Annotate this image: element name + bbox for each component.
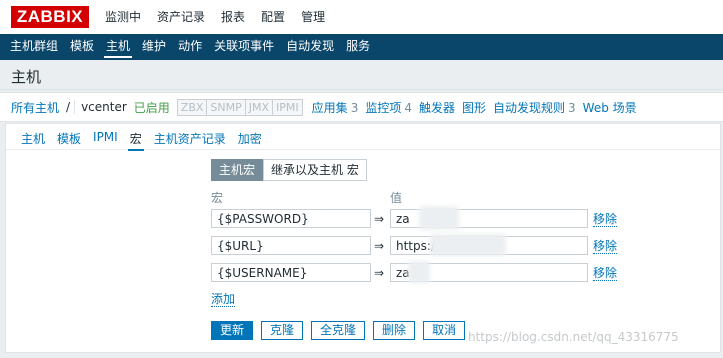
macro-name-input[interactable]: {$URL}	[211, 236, 371, 255]
top-nav-inventory[interactable]: 资产记录	[149, 0, 213, 34]
link-applications-count: 3	[350, 100, 359, 115]
redaction-blur	[430, 234, 506, 256]
inherited-macros-option[interactable]: 继承以及主机 宏	[263, 159, 367, 181]
jmx-badge: JMX	[244, 98, 274, 116]
tab-host[interactable]: 主机	[15, 124, 51, 150]
sub-nav-maintenance[interactable]: 维护	[136, 34, 172, 60]
link-web-scenarios[interactable]: Web 场景	[583, 99, 637, 116]
tab-ipmi[interactable]: IPMI	[87, 124, 124, 150]
macro-column-header: 宏	[211, 191, 224, 205]
redaction-blur	[419, 206, 459, 230]
tab-macros[interactable]: 宏	[124, 124, 148, 151]
remove-link[interactable]: 移除	[593, 266, 618, 281]
availability-badges: ZBX SNMP JMX IPMI	[176, 98, 303, 116]
remove-link[interactable]: 移除	[593, 239, 618, 254]
update-button[interactable]: 更新	[211, 321, 254, 340]
cancel-button[interactable]: 取消	[423, 321, 466, 340]
macro-view-toggle: 主机宏 继承以及主机 宏	[211, 159, 367, 181]
zabbix-logo[interactable]: ZABBIX	[11, 6, 89, 28]
host-form-panel: 主机 模板 IPMI 宏 主机资产记录 加密 主机宏 继承以及主机 宏 宏 值 …	[5, 123, 721, 353]
sub-nav-discovery[interactable]: 自动发现	[280, 34, 340, 60]
link-triggers[interactable]: 触发器	[419, 99, 455, 116]
redaction-blur	[408, 261, 430, 283]
link-items-label: 监控项	[365, 100, 402, 115]
page-header: 主机	[0, 60, 723, 90]
form-tabs: 主机 模板 IPMI 宏 主机资产记录 加密	[6, 124, 720, 151]
macro-name-input[interactable]: {$USERNAME}	[211, 263, 371, 282]
delete-button[interactable]: 删除	[373, 321, 416, 340]
remove-link[interactable]: 移除	[593, 212, 618, 227]
sub-nav: 主机群组 模板 主机 维护 动作 关联项事件 自动发现 服务	[0, 34, 723, 60]
link-discovery-rules-label: 自动发现规则	[493, 100, 566, 115]
ipmi-badge: IPMI	[272, 98, 303, 116]
sub-nav-templates[interactable]: 模板	[64, 34, 100, 60]
top-nav-configuration[interactable]: 配置	[253, 0, 293, 34]
link-graphs[interactable]: 图形	[462, 99, 486, 116]
breadcrumb-all-hosts[interactable]: 所有主机	[11, 99, 59, 116]
arrow-icon: ⇒	[374, 239, 385, 253]
watermark: https://blog.csdn.net/qq_43316775	[468, 330, 679, 344]
top-nav-reports[interactable]: 报表	[213, 0, 253, 34]
link-items[interactable]: 监控项 4	[365, 99, 412, 116]
zbx-badge: ZBX	[176, 98, 208, 116]
link-applications[interactable]: 应用集 3	[312, 99, 359, 116]
sub-nav-correlation[interactable]: 关联项事件	[208, 34, 280, 60]
top-nav: 监测中 资产记录 报表 配置 管理	[97, 0, 333, 34]
top-nav-administration[interactable]: 管理	[293, 0, 333, 34]
link-applications-label: 应用集	[311, 100, 348, 115]
full-clone-button[interactable]: 全克隆	[311, 321, 366, 340]
form-buttons: 更新 克隆 全克隆 删除 取消	[211, 321, 473, 340]
macro-name-input[interactable]: {$PASSWORD}	[211, 209, 371, 228]
tab-inventory[interactable]: 主机资产记录	[148, 124, 232, 150]
sub-nav-services[interactable]: 服务	[340, 34, 376, 60]
tab-templates[interactable]: 模板	[51, 124, 87, 150]
breadcrumb-separator: /	[66, 100, 71, 114]
link-discovery-rules[interactable]: 自动发现规则 3	[493, 99, 576, 116]
value-column-header: 值	[390, 191, 403, 205]
breadcrumb-host: vcenter	[74, 100, 127, 114]
arrow-icon: ⇒	[374, 266, 385, 280]
link-discovery-rules-count: 3	[568, 100, 576, 115]
host-macros-option[interactable]: 主机宏	[211, 159, 264, 181]
top-nav-monitoring[interactable]: 监测中	[97, 0, 149, 34]
top-bar: ZABBIX 监测中 资产记录 报表 配置 管理	[0, 0, 723, 34]
arrow-icon: ⇒	[374, 212, 385, 226]
status-enabled[interactable]: 已启用	[134, 99, 170, 116]
link-items-count: 4	[404, 100, 412, 115]
snmp-badge: SNMP	[206, 98, 246, 116]
add-macro-link[interactable]: 添加	[211, 292, 236, 307]
clone-button[interactable]: 克隆	[261, 321, 304, 340]
sub-nav-hosts[interactable]: 主机	[100, 34, 136, 60]
sub-nav-actions[interactable]: 动作	[172, 34, 208, 60]
page-title: 主机	[11, 68, 42, 86]
tab-encryption[interactable]: 加密	[232, 124, 268, 150]
sub-nav-host-groups[interactable]: 主机群组	[4, 34, 64, 60]
breadcrumb: 所有主机 / vcenter 已启用 ZBX SNMP JMX IPMI 应用集…	[0, 92, 723, 122]
